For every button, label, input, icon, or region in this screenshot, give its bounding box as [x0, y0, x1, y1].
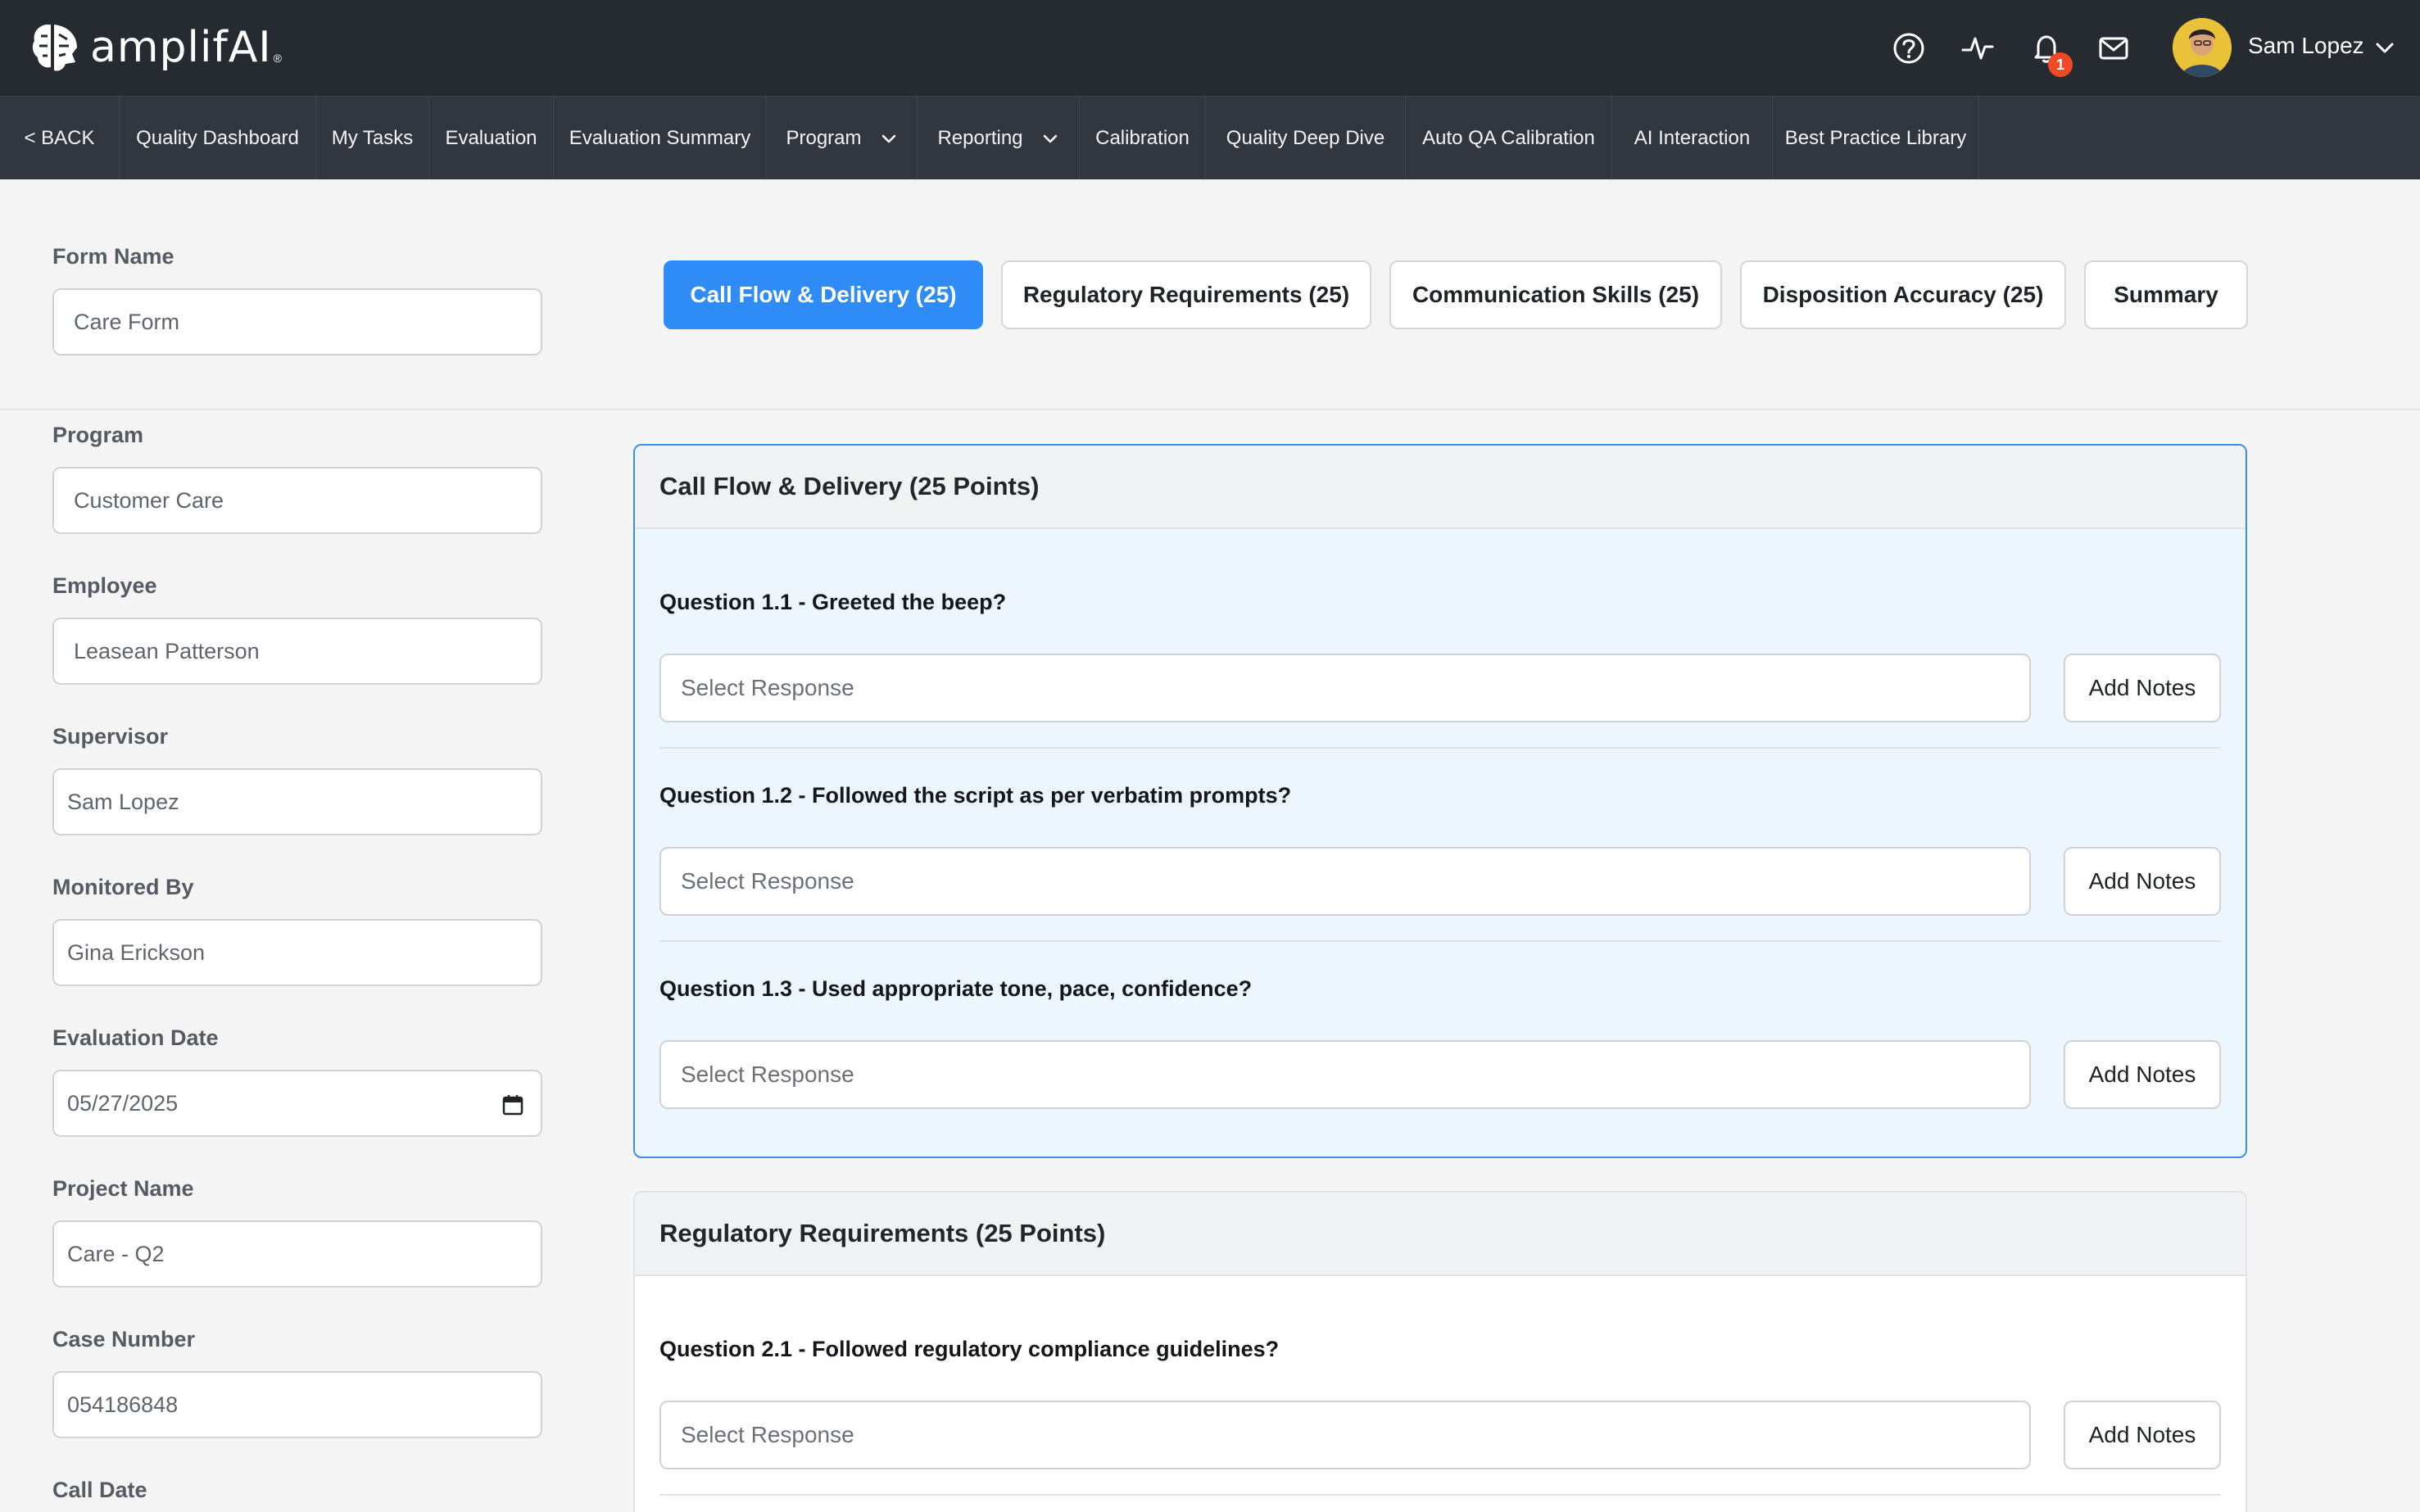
calendar-icon[interactable]	[501, 1093, 524, 1116]
select-response-placeholder: Select Response	[681, 675, 854, 700]
chevron-down-icon[interactable]	[2372, 36, 2397, 61]
program-field[interactable]: Customer Care	[52, 467, 542, 534]
chevron-down-icon	[881, 134, 895, 143]
add-notes-button[interactable]: Add Notes	[2064, 654, 2221, 722]
nav-my-tasks[interactable]: My Tasks	[316, 97, 429, 180]
employee-value: Leasean Patterson	[74, 638, 260, 663]
chevron-down-icon	[1043, 134, 1057, 143]
supervisor-value: Sam Lopez	[67, 789, 179, 814]
question-text: Question 1.2 - Followed the script as pe…	[659, 783, 1292, 808]
nav-auto-qa-calibration[interactable]: Auto QA Calibration	[1406, 97, 1612, 180]
question-text: Question 1.3 - Used appropriate tone, pa…	[659, 976, 1253, 1001]
nav-calibration[interactable]: Calibration	[1080, 97, 1206, 180]
select-response-placeholder: Select Response	[681, 1422, 854, 1447]
select-response-dropdown[interactable]: Select Response	[659, 1401, 2031, 1469]
nav-best-practice-library[interactable]: Best Practice Library	[1773, 97, 1979, 180]
monitored-by-label: Monitored By	[52, 875, 194, 899]
divider	[659, 747, 2221, 749]
supervisor-field[interactable]: Sam Lopez	[52, 768, 542, 835]
activity-pulse-icon[interactable]	[1960, 30, 1996, 66]
notification-badge: 1	[2048, 52, 2073, 77]
nav-back[interactable]: < BACK	[0, 97, 120, 180]
program-label: Program	[52, 423, 144, 447]
tab-summary[interactable]: Summary	[2084, 260, 2248, 329]
evaluation-date-label: Evaluation Date	[52, 1025, 219, 1050]
nav-evaluation[interactable]: Evaluation	[429, 97, 554, 180]
project-name-label: Project Name	[52, 1176, 194, 1201]
main-nav: < BACK Quality Dashboard My Tasks Evalua…	[0, 96, 2420, 180]
nav-evaluation-summary[interactable]: Evaluation Summary	[554, 97, 767, 180]
select-response-placeholder: Select Response	[681, 1062, 854, 1087]
select-response-dropdown[interactable]: Select Response	[659, 1040, 2031, 1109]
case-number-value: 054186848	[67, 1392, 179, 1417]
call-date-label: Call Date	[52, 1478, 147, 1502]
nav-reporting[interactable]: Reporting	[918, 97, 1080, 180]
monitored-by-value: Gina Erickson	[67, 939, 206, 965]
section-title: Regulatory Requirements (25 Points)	[635, 1193, 2246, 1276]
add-notes-button[interactable]: Add Notes	[2064, 847, 2221, 916]
brand-name: amplifAI	[90, 23, 272, 72]
tab-communication-skills[interactable]: Communication Skills (25)	[1389, 260, 1722, 329]
brain-logo-icon	[32, 25, 77, 71]
select-response-dropdown[interactable]: Select Response	[659, 654, 2031, 722]
section-regulatory-requirements: Regulatory Requirements (25 Points) Ques…	[633, 1191, 2247, 1512]
form-name-field[interactable]: Care Form	[52, 288, 542, 355]
case-number-field[interactable]: 054186848	[52, 1371, 542, 1438]
add-notes-button[interactable]: Add Notes	[2064, 1040, 2221, 1109]
question-text: Question 2.1 - Followed regulatory compl…	[659, 1337, 1280, 1361]
project-name-value: Care - Q2	[67, 1241, 165, 1266]
supervisor-label: Supervisor	[52, 724, 169, 749]
question-text: Question 1.1 - Greeted the beep?	[659, 590, 1007, 614]
employee-field[interactable]: Leasean Patterson	[52, 618, 542, 685]
help-circle-icon[interactable]	[1891, 30, 1927, 66]
select-response-dropdown[interactable]: Select Response	[659, 847, 2031, 916]
case-number-label: Case Number	[52, 1327, 196, 1351]
program-value: Customer Care	[74, 487, 224, 513]
section-call-flow-delivery: Call Flow & Delivery (25 Points) Questio…	[633, 444, 2247, 1158]
project-name-field[interactable]: Care - Q2	[52, 1220, 542, 1288]
nav-ai-interaction[interactable]: AI Interaction	[1612, 97, 1773, 180]
tab-disposition-accuracy[interactable]: Disposition Accuracy (25)	[1740, 260, 2066, 329]
nav-program[interactable]: Program	[767, 97, 918, 180]
top-header: amplifAI ® 1 Sam Lopez	[0, 0, 2420, 96]
form-name-label: Form Name	[52, 244, 174, 269]
form-name-value: Care Form	[74, 309, 180, 334]
brand-registered-mark: ®	[273, 52, 282, 65]
monitored-by-field[interactable]: Gina Erickson	[52, 919, 542, 986]
select-response-placeholder: Select Response	[681, 868, 854, 894]
avatar[interactable]	[2173, 18, 2232, 77]
tab-call-flow-delivery[interactable]: Call Flow & Delivery (25)	[664, 260, 983, 329]
divider	[659, 1494, 2221, 1496]
tab-regulatory-requirements[interactable]: Regulatory Requirements (25)	[1001, 260, 1371, 329]
user-name[interactable]: Sam Lopez	[2248, 33, 2364, 59]
brand-logo[interactable]: amplifAI ®	[31, 21, 282, 74]
employee-label: Employee	[52, 573, 157, 598]
nav-quality-dashboard[interactable]: Quality Dashboard	[120, 97, 316, 180]
evaluation-date-field[interactable]: 05/27/2025	[52, 1070, 542, 1137]
add-notes-button[interactable]: Add Notes	[2064, 1401, 2221, 1469]
nav-program-label: Program	[786, 127, 862, 149]
mail-icon[interactable]	[2096, 30, 2132, 66]
evaluation-date-value: 05/27/2025	[67, 1090, 179, 1116]
nav-quality-deep-dive[interactable]: Quality Deep Dive	[1206, 97, 1406, 180]
divider	[659, 940, 2221, 942]
nav-reporting-label: Reporting	[937, 127, 1023, 149]
section-title: Call Flow & Delivery (25 Points)	[635, 446, 2246, 529]
